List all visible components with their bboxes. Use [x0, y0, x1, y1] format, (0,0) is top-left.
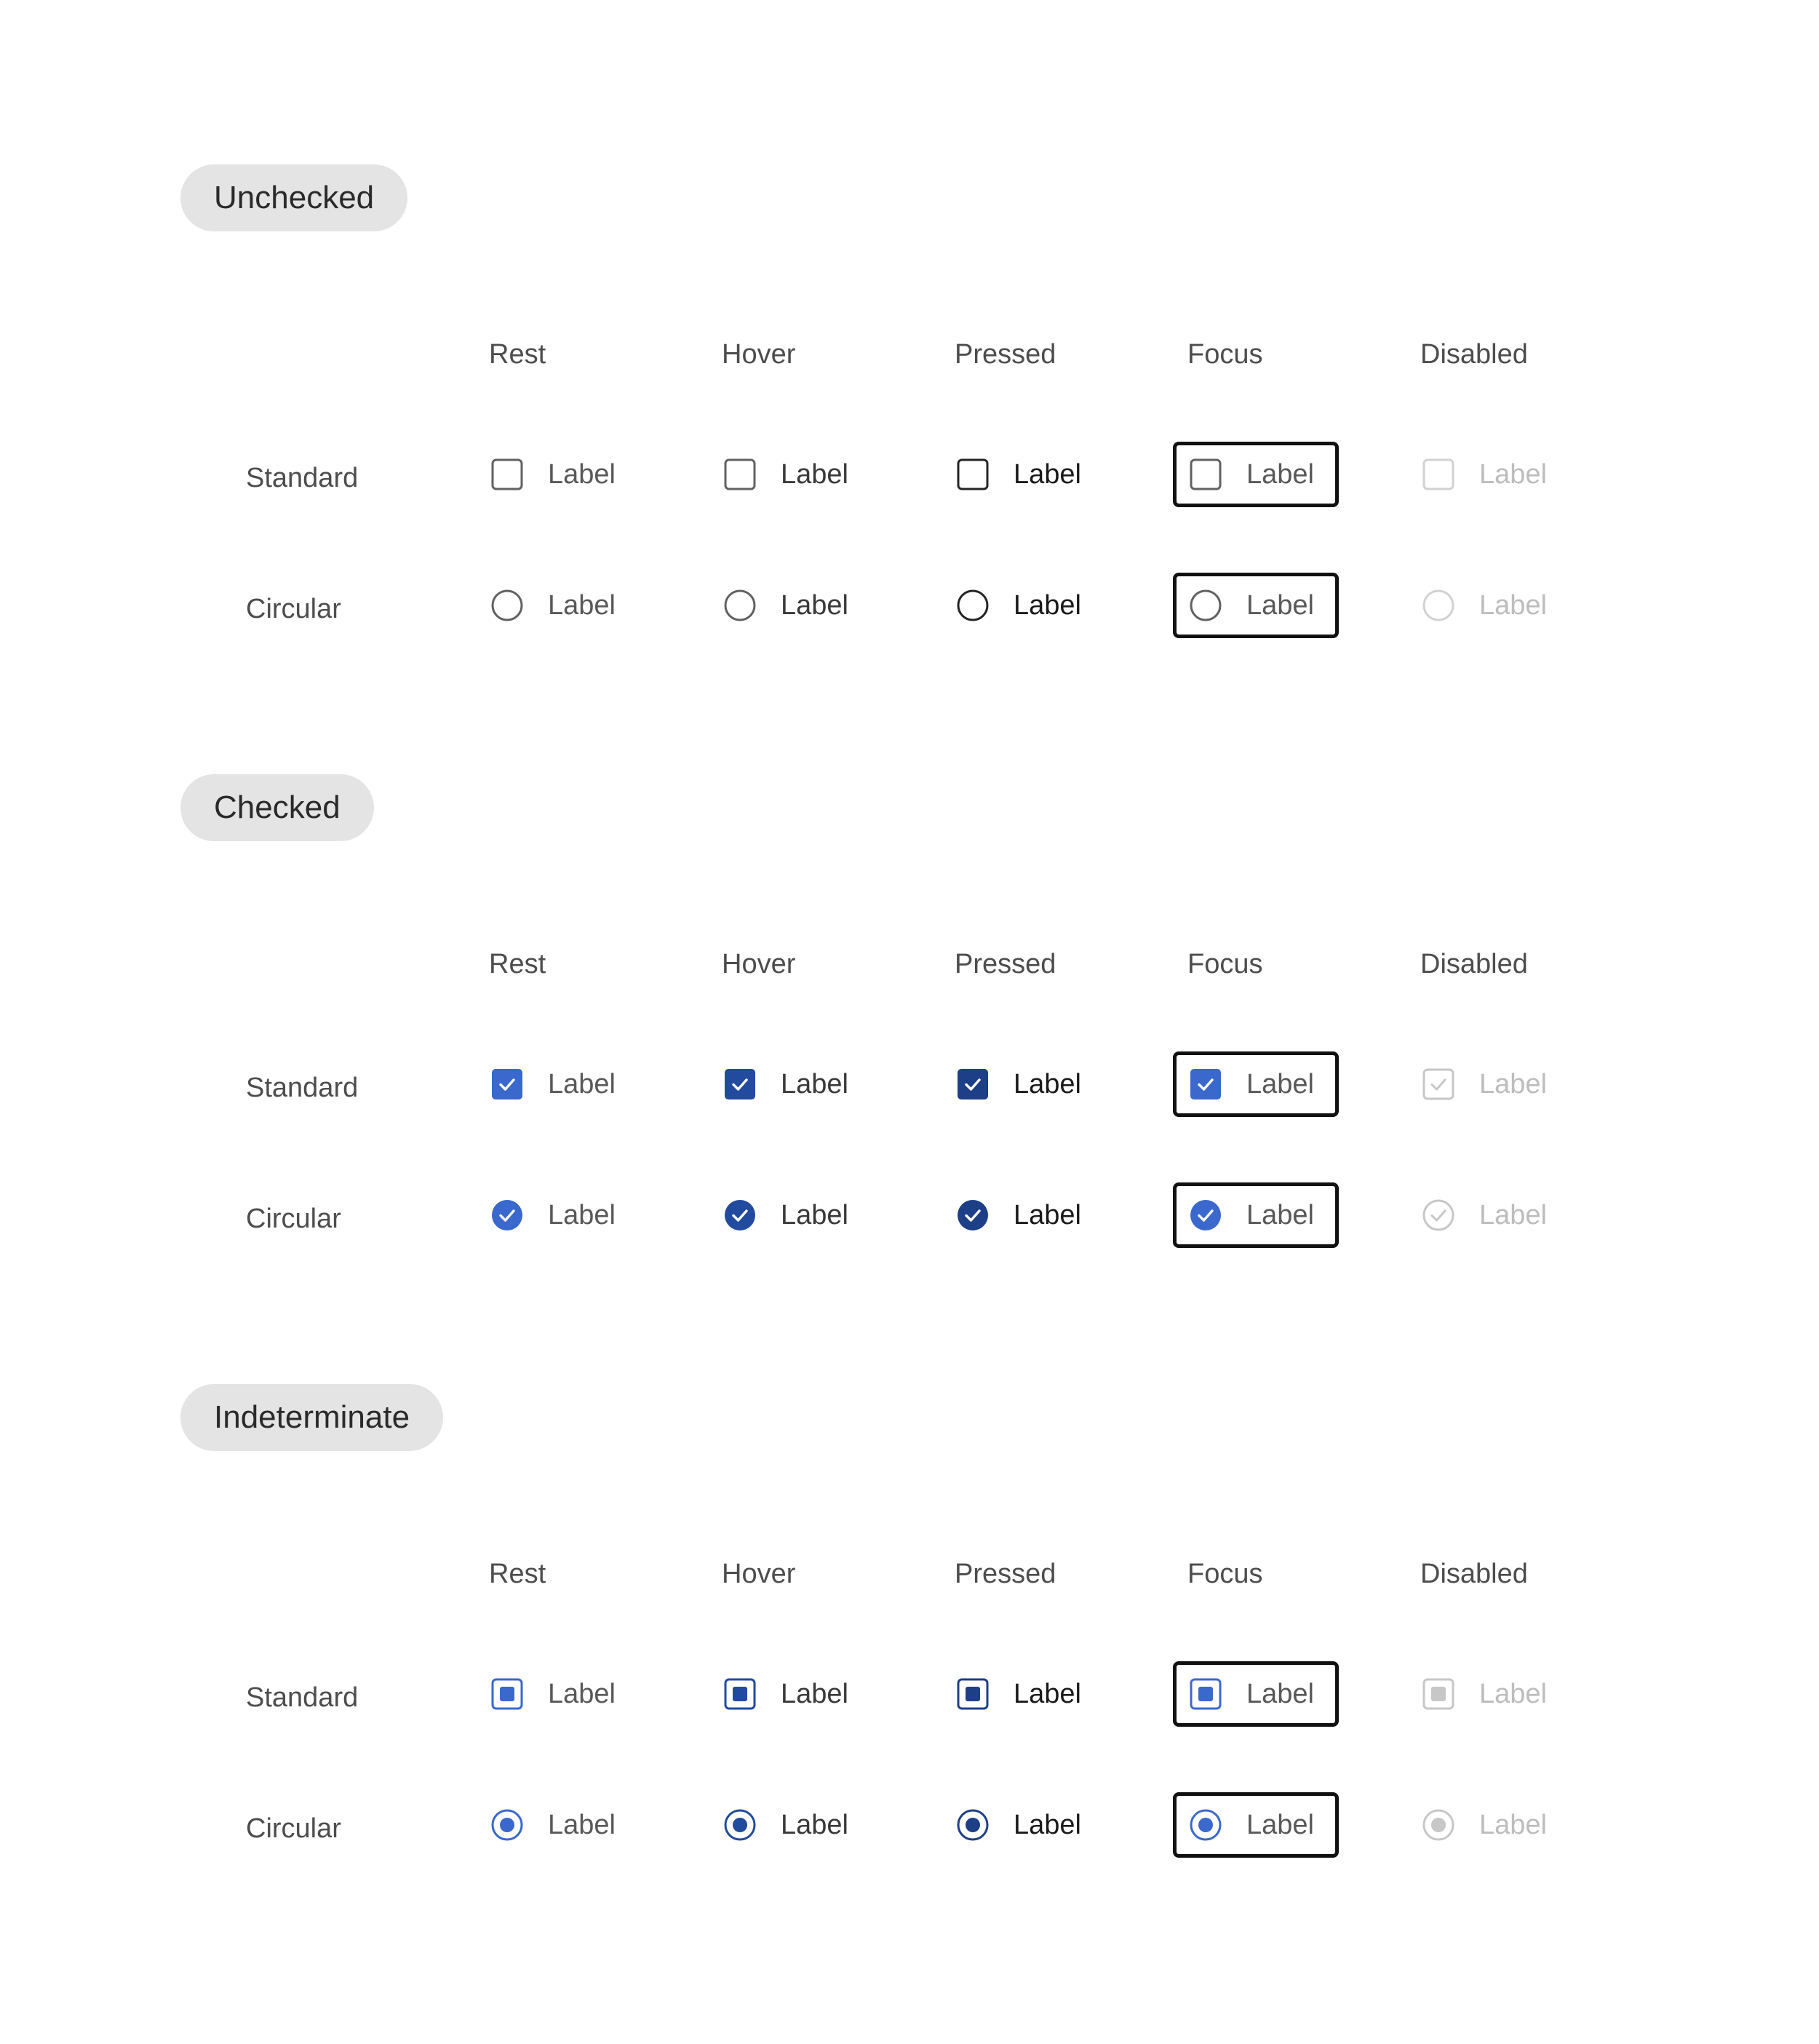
column-header-hover: Hover	[722, 1559, 796, 1589]
row-label-standard: Standard	[246, 1073, 359, 1103]
checkbox-label: Label	[548, 1069, 616, 1099]
checkbox-label: Label	[1014, 459, 1081, 490]
column-header-rest: Rest	[489, 1559, 546, 1589]
section-indeterminate: Indeterminate Rest Hover Pressed Focus Disabl…	[0, 1220, 1819, 1858]
checkbox-label: Label	[548, 1810, 616, 1840]
checkbox-box-icon	[491, 1068, 523, 1100]
checkbox-indeterminate-hover[interactable]: Label	[707, 1661, 873, 1727]
column-header-disabled: Disabled	[1420, 1559, 1528, 1589]
checkbox-box-icon	[491, 458, 523, 490]
checkbox-indeterminate-disabled: Label	[1406, 1661, 1572, 1727]
row-label-standard: Standard	[246, 463, 359, 493]
checkbox-label: Label	[1246, 1069, 1314, 1099]
checkbox-checked-pressed[interactable]: Label	[940, 1051, 1106, 1117]
row-label-circular: Circular	[246, 1813, 341, 1844]
checkbox-label: Label	[781, 1069, 848, 1099]
checkbox-unchecked-focus[interactable]: Label	[1173, 442, 1339, 507]
checkbox-label: Label	[781, 1679, 848, 1709]
checkbox-circle-icon	[724, 1809, 756, 1841]
checkbox-indeterminate-pressed[interactable]: Label	[940, 1661, 1106, 1727]
checkbox-label: Label	[781, 1810, 848, 1840]
checkbox-circle-icon	[1190, 1809, 1222, 1841]
checkbox-label: Label	[1479, 1069, 1547, 1099]
checkbox-box-icon	[1422, 458, 1454, 490]
checkbox-checked-focus[interactable]: Label	[1173, 1051, 1339, 1117]
column-header-disabled: Disabled	[1420, 949, 1528, 979]
checkbox-indeterminate-focus[interactable]: Label	[1173, 1661, 1339, 1727]
checkbox-box-icon	[957, 1678, 989, 1710]
column-header-hover: Hover	[722, 949, 796, 979]
section-title-badge: Checked	[180, 774, 374, 841]
checkbox-box-icon	[1190, 458, 1222, 490]
circular-checkbox-indeterminate-rest[interactable]: Label	[474, 1792, 640, 1858]
section-checked: Checked Rest Hover Pressed Focus Disabled Stan…	[0, 610, 1819, 1248]
checkbox-unchecked-hover[interactable]: Label	[707, 442, 873, 507]
checkbox-unchecked-disabled: Label	[1406, 442, 1572, 507]
checkbox-box-icon	[1190, 1068, 1222, 1100]
column-header-disabled: Disabled	[1420, 339, 1528, 370]
column-header-focus: Focus	[1187, 1559, 1263, 1589]
checkbox-box-icon	[1422, 1678, 1454, 1710]
checkbox-label: Label	[1246, 459, 1314, 490]
checkbox-label: Label	[1014, 1679, 1081, 1709]
checkbox-box-icon	[724, 1678, 756, 1710]
checkbox-checked-hover[interactable]: Label	[707, 1051, 873, 1117]
column-header-focus: Focus	[1187, 339, 1263, 370]
circular-checkbox-indeterminate-focus[interactable]: Label	[1173, 1792, 1339, 1858]
section-title-badge: Indeterminate	[180, 1384, 444, 1451]
section-title-badge: Unchecked	[180, 164, 408, 231]
checkbox-label: Label	[548, 459, 616, 490]
checkbox-box-icon	[957, 458, 989, 490]
checkbox-circle-icon	[957, 1809, 989, 1841]
column-header-pressed: Pressed	[955, 1559, 1056, 1589]
column-header-focus: Focus	[1187, 949, 1263, 979]
checkbox-label: Label	[781, 459, 848, 490]
column-header-pressed: Pressed	[955, 339, 1056, 370]
checkbox-box-icon	[491, 1678, 523, 1710]
checkbox-box-icon	[724, 458, 756, 490]
checkbox-checked-disabled: Label	[1406, 1051, 1572, 1117]
checkbox-label: Label	[1014, 1810, 1081, 1840]
checkbox-box-icon	[1190, 1678, 1222, 1710]
checkbox-checked-rest[interactable]: Label	[474, 1051, 640, 1117]
circular-checkbox-indeterminate-disabled: Label	[1406, 1792, 1572, 1858]
checkbox-circle-icon	[1422, 1809, 1454, 1841]
checkbox-label: Label	[1014, 1069, 1081, 1099]
checkbox-box-icon	[1422, 1068, 1454, 1100]
checkbox-unchecked-pressed[interactable]: Label	[940, 442, 1106, 507]
column-header-rest: Rest	[489, 949, 546, 979]
section-unchecked: Unchecked Rest Hover Pressed Focus Disabled St…	[0, 0, 1819, 638]
column-header-hover: Hover	[722, 339, 796, 370]
checkbox-box-icon	[724, 1068, 756, 1100]
checkbox-circle-icon	[491, 1809, 523, 1841]
checkbox-label: Label	[1246, 1679, 1314, 1709]
column-header-pressed: Pressed	[955, 949, 1056, 979]
checkbox-label: Label	[548, 1679, 616, 1709]
circular-checkbox-indeterminate-pressed[interactable]: Label	[940, 1792, 1106, 1858]
checkbox-label: Label	[1479, 1810, 1547, 1840]
checkbox-indeterminate-rest[interactable]: Label	[474, 1661, 640, 1727]
column-header-rest: Rest	[489, 339, 546, 370]
circular-checkbox-indeterminate-hover[interactable]: Label	[707, 1792, 873, 1858]
checkbox-label: Label	[1479, 1679, 1547, 1709]
checkbox-label: Label	[1479, 459, 1547, 490]
checkbox-unchecked-rest[interactable]: Label	[474, 442, 640, 507]
checkbox-box-icon	[957, 1068, 989, 1100]
checkbox-label: Label	[1246, 1810, 1314, 1840]
row-label-standard: Standard	[246, 1682, 359, 1713]
